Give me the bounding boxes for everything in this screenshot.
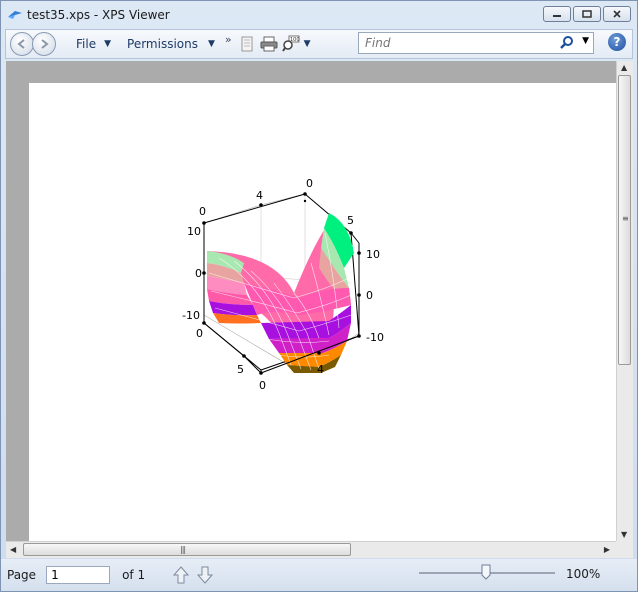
- zoom-button[interactable]: 100: [280, 33, 302, 55]
- scroll-right-icon[interactable]: ▶: [604, 545, 610, 554]
- page-count-label: of 1: [122, 568, 146, 582]
- xps-page: 4 0 0 10 0 -10 5 10 0 -10 0 5 0 4: [29, 83, 616, 541]
- xps-viewer-window: test35.xps - XPS Viewer File ▼ Permissio…: [0, 0, 638, 592]
- zoom-level-label: 100%: [566, 567, 601, 581]
- search-icon[interactable]: [559, 35, 575, 51]
- page-label: Page: [7, 568, 37, 582]
- forward-arrow-icon: [41, 39, 49, 49]
- toolbar-overflow-button[interactable]: »: [225, 33, 232, 46]
- previous-page-button[interactable]: [173, 566, 190, 584]
- title-bar: test35.xps - XPS Viewer: [1, 1, 637, 29]
- search-options-icon[interactable]: ▼: [582, 36, 589, 46]
- reading-view-button[interactable]: [236, 33, 258, 55]
- toolbar: File ▼ Permissions ▼ » 100 ▼ Find ▼ ?: [5, 29, 633, 59]
- vertical-scrollbar[interactable]: ▲ ≡ ▼: [616, 61, 633, 541]
- find-input[interactable]: [363, 35, 557, 51]
- permissions-menu[interactable]: Permissions ▼: [121, 32, 221, 56]
- vertical-scroll-thumb[interactable]: ≡: [618, 75, 631, 365]
- saddle-surface-plot: 4 0 0 10 0 -10 5 10 0 -10 0 5 0 4: [182, 177, 384, 392]
- print-button[interactable]: [258, 33, 280, 55]
- axis-tick-label: 0: [195, 267, 202, 280]
- maximize-button[interactable]: [573, 6, 601, 22]
- close-icon: [613, 10, 621, 18]
- horizontal-scrollbar[interactable]: ◀ ||| ▶: [6, 541, 616, 558]
- zoom-100-icon: 100: [281, 35, 299, 52]
- axis-tick-label: 4: [256, 189, 263, 202]
- axis-tick-label: 5: [347, 214, 354, 227]
- xps-app-icon: [8, 11, 22, 19]
- scroll-left-icon[interactable]: ◀: [10, 545, 16, 554]
- printer-icon: [260, 36, 278, 52]
- axis-tick-label: 0: [199, 205, 206, 218]
- permissions-menu-label: Permissions: [127, 37, 198, 51]
- surface-bands: [207, 213, 354, 373]
- scroll-up-icon[interactable]: ▲: [621, 63, 627, 72]
- document-icon: [241, 36, 253, 52]
- axis-tick-label: 4: [317, 363, 324, 376]
- forward-button[interactable]: [32, 32, 56, 56]
- file-menu-label: File: [76, 37, 97, 51]
- scrollbar-corner: [616, 541, 633, 558]
- axis-tick-label: 5: [237, 363, 244, 376]
- close-button[interactable]: [603, 6, 631, 22]
- zoom-slider-thumb[interactable]: [481, 564, 491, 580]
- window-title: test35.xps - XPS Viewer: [27, 8, 170, 22]
- axis-tick-label: 10: [187, 225, 201, 238]
- help-icon: ?: [613, 35, 621, 49]
- maximize-icon: [582, 10, 592, 18]
- file-menu[interactable]: File ▼: [70, 32, 117, 56]
- back-arrow-icon: [17, 39, 25, 49]
- back-button[interactable]: [10, 32, 34, 56]
- navigation-buttons: [10, 32, 56, 56]
- axis-tick-label: 0: [196, 327, 203, 340]
- axis-tick-label: 0: [259, 379, 266, 392]
- arrow-down-icon: [197, 566, 214, 584]
- status-bar: Page of 1 100%: [1, 559, 637, 591]
- axis-tick-label: 10: [366, 248, 380, 261]
- page-number-input[interactable]: [46, 566, 111, 584]
- help-button[interactable]: ?: [608, 33, 626, 51]
- axis-tick-label: -10: [366, 331, 384, 344]
- axis-tick-label: 0: [306, 177, 313, 190]
- next-page-button[interactable]: [197, 566, 214, 584]
- zoom-dropdown-icon[interactable]: ▼: [304, 39, 311, 49]
- caret-down-icon: ▼: [208, 39, 215, 49]
- minimize-icon: [553, 15, 561, 17]
- minimize-button[interactable]: [543, 6, 571, 22]
- find-box: ▼: [358, 32, 594, 54]
- window-controls: [543, 6, 631, 22]
- horizontal-scroll-thumb[interactable]: |||: [23, 543, 351, 556]
- caret-down-icon: ▼: [104, 39, 112, 49]
- grip-icon: |||: [180, 545, 186, 554]
- axis-tick-label: 0: [366, 289, 373, 302]
- scroll-down-icon[interactable]: ▼: [621, 530, 627, 539]
- document-viewport[interactable]: 4 0 0 10 0 -10 5 10 0 -10 0 5 0 4: [6, 61, 616, 541]
- axis-tick-label: -10: [182, 309, 200, 322]
- arrow-up-icon: [173, 566, 190, 584]
- grip-icon: ≡: [622, 214, 629, 223]
